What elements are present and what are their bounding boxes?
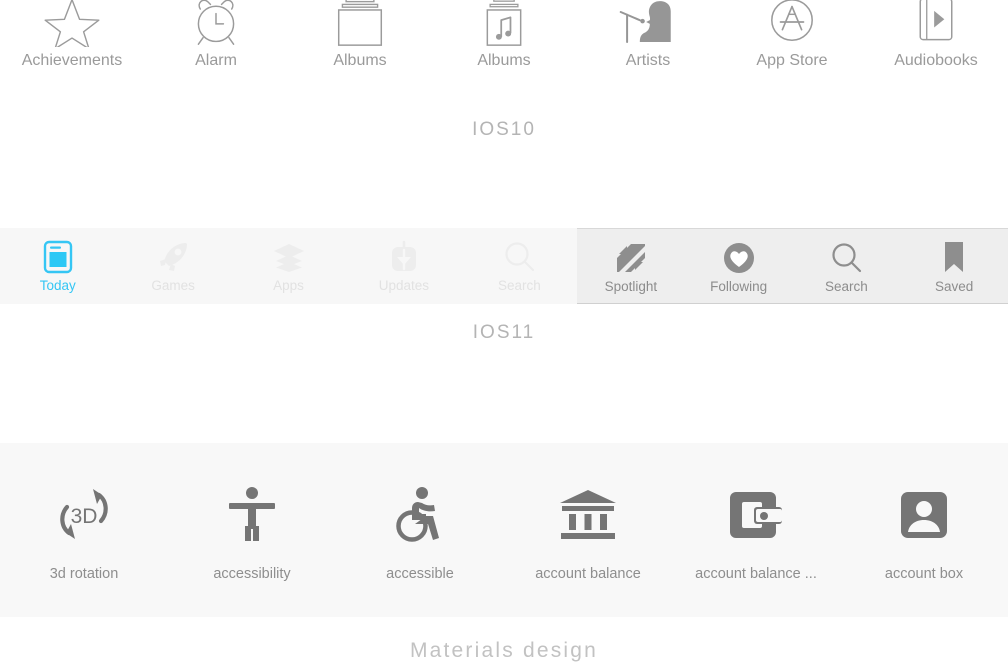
icon-label: accessibility — [213, 566, 291, 582]
tab-apps[interactable]: Apps — [231, 228, 346, 304]
download-box-icon — [387, 240, 421, 274]
icon-item-account-balance-wallet[interactable]: account balance ... — [672, 443, 840, 617]
icon-label: Albums — [477, 52, 531, 69]
tab-label: Updates — [378, 278, 430, 293]
icon-item-albums-stack[interactable]: Albums — [288, 0, 432, 80]
icon-item-account-balance[interactable]: account balance — [504, 443, 672, 617]
material-icon-row: 3D 3d rotation accessibility accessible … — [0, 443, 1008, 617]
alarm-clock-icon — [186, 0, 246, 47]
star-outline-icon — [42, 0, 102, 47]
tab-games[interactable]: Games — [115, 228, 230, 304]
ios10-icon-row: Achievements Alarm Albums Albums Artists… — [0, 0, 1008, 80]
material-design-caption: Materials design — [409, 639, 599, 662]
tab-label: Saved — [934, 279, 974, 294]
icon-label: account balance — [535, 566, 641, 582]
ios10-caption: IOS10 — [472, 119, 536, 140]
ios10-section: Achievements Alarm Albums Albums Artists… — [0, 0, 1008, 160]
svg-text:3D: 3D — [71, 505, 98, 528]
heart-circle-icon — [723, 241, 755, 275]
icon-item-account-box[interactable]: account box — [840, 443, 1008, 617]
ios11-caption: IOS11 — [472, 322, 536, 343]
tab-today[interactable]: Today — [0, 228, 115, 304]
account-balance-wallet-icon — [728, 485, 784, 545]
icon-label: Albums — [333, 52, 387, 69]
account-box-icon — [899, 485, 949, 545]
tab-search-left[interactable]: Search — [462, 228, 577, 304]
account-balance-bank-icon — [558, 485, 618, 545]
icon-item-albums-music[interactable]: Albums — [432, 0, 576, 80]
icon-item-achievements[interactable]: Achievements — [0, 0, 144, 80]
tab-label: Games — [151, 278, 195, 293]
tab-following[interactable]: Following — [685, 229, 793, 303]
albums-music-note-icon — [474, 0, 534, 47]
icon-label: Achievements — [21, 52, 123, 69]
icon-label: account balance ... — [695, 566, 817, 582]
icon-label: Artists — [625, 52, 671, 69]
tab-label: Apps — [273, 278, 304, 293]
accessibility-icon — [226, 485, 278, 545]
icon-label: account box — [884, 566, 964, 582]
ios11-left-tabbar: Today Games Apps Updates Search — [0, 228, 577, 304]
tab-saved[interactable]: Saved — [900, 229, 1008, 303]
today-card-icon — [43, 240, 73, 274]
rocket-icon — [156, 240, 190, 274]
tab-label: Search — [497, 278, 541, 293]
artist-microphone-icon — [618, 0, 678, 47]
icon-item-alarm[interactable]: Alarm — [144, 0, 288, 80]
icon-label: Alarm — [195, 52, 237, 69]
icon-item-audiobooks[interactable]: Audiobooks — [864, 0, 1008, 80]
audiobook-play-icon — [906, 0, 966, 47]
layers-stack-icon — [272, 240, 306, 274]
tab-label: Following — [710, 279, 768, 294]
accessible-wheelchair-icon — [393, 485, 447, 545]
magnifier-icon — [502, 240, 536, 274]
3d-rotation-icon: 3D — [53, 485, 115, 545]
ios11-right-tabbar: Spotlight Following Search Saved — [577, 228, 1008, 304]
app-store-icon — [762, 0, 822, 47]
icon-item-artists[interactable]: Artists — [576, 0, 720, 80]
albums-stack-icon — [330, 0, 390, 47]
icon-item-app-store[interactable]: App Store — [720, 0, 864, 80]
tab-label: Today — [39, 278, 76, 293]
icon-label: App Store — [756, 52, 828, 69]
icon-item-accessible[interactable]: accessible — [336, 443, 504, 617]
icon-label: 3d rotation — [49, 566, 119, 582]
icon-label: accessible — [386, 566, 454, 582]
tab-updates[interactable]: Updates — [346, 228, 461, 304]
tab-search-right[interactable]: Search — [793, 229, 901, 303]
tab-spotlight[interactable]: Spotlight — [577, 229, 685, 303]
magnifier-icon — [829, 241, 863, 275]
tab-label: Search — [824, 279, 868, 294]
icon-item-accessibility[interactable]: accessibility — [168, 443, 336, 617]
news-n-icon — [615, 241, 647, 275]
material-design-section: 3D 3d rotation accessibility accessible … — [0, 443, 1008, 617]
icon-item-3d-rotation[interactable]: 3D 3d rotation — [0, 443, 168, 617]
tab-label: Spotlight — [604, 279, 658, 294]
bookmark-icon — [941, 241, 967, 275]
icon-label: Audiobooks — [894, 52, 978, 69]
